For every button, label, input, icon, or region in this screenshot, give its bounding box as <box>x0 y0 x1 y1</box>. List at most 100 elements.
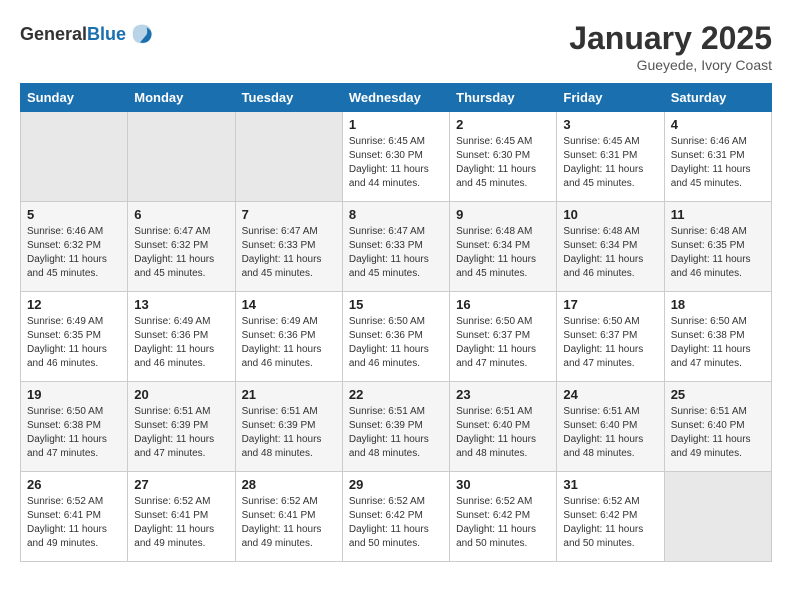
day-info: Sunrise: 6:46 AMSunset: 6:32 PMDaylight:… <box>27 225 121 281</box>
calendar-cell: 29 Sunrise: 6:52 AMSunset: 6:42 PMDayligh… <box>342 472 449 562</box>
calendar-cell: 6Sunrise: 6:47 AMSunset: 6:32 PMDaylight… <box>128 202 235 292</box>
day-number: 15 <box>349 297 443 312</box>
calendar-week-row: 12 Sunrise: 6:49 AMSunset: 6:35 PMDayligh… <box>21 292 772 382</box>
day-number: 23 <box>456 387 550 402</box>
day-info: Sunrise: 6:51 AMSunset: 6:39 PMDaylight:… <box>134 405 228 461</box>
day-number: 20 <box>134 387 228 402</box>
month-title: January 2025 <box>569 20 772 57</box>
calendar-cell <box>235 112 342 202</box>
calendar-cell: 19 Sunrise: 6:50 AMSunset: 6:38 PMDayligh… <box>21 382 128 472</box>
calendar-cell: 28 Sunrise: 6:52 AMSunset: 6:41 PMDayligh… <box>235 472 342 562</box>
day-number: 30 <box>456 477 550 492</box>
calendar-cell: 24 Sunrise: 6:51 AMSunset: 6:40 PMDayligh… <box>557 382 664 472</box>
weekday-header: Friday <box>557 84 664 112</box>
calendar-week-row: 26 Sunrise: 6:52 AMSunset: 6:41 PMDayligh… <box>21 472 772 562</box>
day-number: 25 <box>671 387 765 402</box>
day-number: 16 <box>456 297 550 312</box>
day-number: 4 <box>671 117 765 132</box>
day-number: 5 <box>27 207 121 222</box>
weekday-header: Monday <box>128 84 235 112</box>
weekday-header: Wednesday <box>342 84 449 112</box>
day-info: Sunrise: 6:51 AMSunset: 6:39 PMDaylight:… <box>242 405 336 461</box>
logo: GeneralBlue <box>20 20 156 48</box>
day-number: 19 <box>27 387 121 402</box>
calendar-cell: 15 Sunrise: 6:50 AMSunset: 6:36 PMDayligh… <box>342 292 449 382</box>
day-info: Sunrise: 6:49 AMSunset: 6:35 PMDaylight:… <box>27 315 121 371</box>
day-number: 17 <box>563 297 657 312</box>
day-info: Sunrise: 6:45 AMSunset: 6:31 PMDaylight:… <box>563 135 657 191</box>
weekday-header: Saturday <box>664 84 771 112</box>
logo-general: GeneralBlue <box>20 24 126 45</box>
calendar-cell: 14Sunrise: 6:49 AMSunset: 6:36 PMDayligh… <box>235 292 342 382</box>
weekday-header: Sunday <box>21 84 128 112</box>
day-info: Sunrise: 6:50 AMSunset: 6:38 PMDaylight:… <box>671 315 765 371</box>
day-info: Sunrise: 6:45 AMSunset: 6:30 PMDaylight:… <box>349 135 443 191</box>
day-number: 26 <box>27 477 121 492</box>
calendar-cell: 31 Sunrise: 6:52 AMSunset: 6:42 PMDayligh… <box>557 472 664 562</box>
day-info: Sunrise: 6:45 AMSunset: 6:30 PMDaylight:… <box>456 135 550 191</box>
day-number: 7 <box>242 207 336 222</box>
calendar-cell: 17 Sunrise: 6:50 AMSunset: 6:37 PMDayligh… <box>557 292 664 382</box>
day-info: Sunrise: 6:52 AMSunset: 6:42 PMDaylight:… <box>349 495 443 551</box>
day-number: 6 <box>134 207 228 222</box>
weekday-header: Thursday <box>450 84 557 112</box>
day-number: 22 <box>349 387 443 402</box>
day-info: Sunrise: 6:52 AMSunset: 6:41 PMDaylight:… <box>242 495 336 551</box>
day-info: Sunrise: 6:49 AMSunset: 6:36 PMDaylight:… <box>242 315 336 371</box>
calendar-cell: 22Sunrise: 6:51 AMSunset: 6:39 PMDayligh… <box>342 382 449 472</box>
calendar-cell: 10 Sunrise: 6:48 AMSunset: 6:34 PMDayligh… <box>557 202 664 292</box>
calendar-cell: 13Sunrise: 6:49 AMSunset: 6:36 PMDayligh… <box>128 292 235 382</box>
day-number: 28 <box>242 477 336 492</box>
day-info: Sunrise: 6:48 AMSunset: 6:34 PMDaylight:… <box>563 225 657 281</box>
day-info: Sunrise: 6:47 AMSunset: 6:33 PMDaylight:… <box>242 225 336 281</box>
calendar-cell <box>21 112 128 202</box>
calendar-cell: 23 Sunrise: 6:51 AMSunset: 6:40 PMDayligh… <box>450 382 557 472</box>
day-info: Sunrise: 6:47 AMSunset: 6:33 PMDaylight:… <box>349 225 443 281</box>
day-info: Sunrise: 6:51 AMSunset: 6:40 PMDaylight:… <box>671 405 765 461</box>
calendar-cell: 1 Sunrise: 6:45 AMSunset: 6:30 PMDaylight… <box>342 112 449 202</box>
day-info: Sunrise: 6:51 AMSunset: 6:40 PMDaylight:… <box>563 405 657 461</box>
day-info: Sunrise: 6:52 AMSunset: 6:42 PMDaylight:… <box>456 495 550 551</box>
calendar-cell: 18 Sunrise: 6:50 AMSunset: 6:38 PMDayligh… <box>664 292 771 382</box>
day-number: 18 <box>671 297 765 312</box>
day-number: 29 <box>349 477 443 492</box>
calendar-cell <box>664 472 771 562</box>
calendar-cell <box>128 112 235 202</box>
location: Gueyede, Ivory Coast <box>569 57 772 73</box>
calendar-table: SundayMondayTuesdayWednesdayThursdayFrid… <box>20 83 772 562</box>
day-info: Sunrise: 6:48 AMSunset: 6:34 PMDaylight:… <box>456 225 550 281</box>
day-number: 2 <box>456 117 550 132</box>
day-info: Sunrise: 6:50 AMSunset: 6:36 PMDaylight:… <box>349 315 443 371</box>
day-number: 9 <box>456 207 550 222</box>
day-info: Sunrise: 6:52 AMSunset: 6:41 PMDaylight:… <box>27 495 121 551</box>
calendar-cell: 9 Sunrise: 6:48 AMSunset: 6:34 PMDaylight… <box>450 202 557 292</box>
page-header: GeneralBlue January 2025 Gueyede, Ivory … <box>20 20 772 73</box>
calendar-cell: 27Sunrise: 6:52 AMSunset: 6:41 PMDayligh… <box>128 472 235 562</box>
calendar-cell: 3 Sunrise: 6:45 AMSunset: 6:31 PMDaylight… <box>557 112 664 202</box>
weekday-header: Tuesday <box>235 84 342 112</box>
calendar-cell: 21Sunrise: 6:51 AMSunset: 6:39 PMDayligh… <box>235 382 342 472</box>
day-number: 12 <box>27 297 121 312</box>
day-number: 1 <box>349 117 443 132</box>
day-info: Sunrise: 6:52 AMSunset: 6:42 PMDaylight:… <box>563 495 657 551</box>
day-number: 3 <box>563 117 657 132</box>
day-number: 11 <box>671 207 765 222</box>
day-info: Sunrise: 6:48 AMSunset: 6:35 PMDaylight:… <box>671 225 765 281</box>
day-info: Sunrise: 6:51 AMSunset: 6:40 PMDaylight:… <box>456 405 550 461</box>
day-info: Sunrise: 6:49 AMSunset: 6:36 PMDaylight:… <box>134 315 228 371</box>
day-number: 10 <box>563 207 657 222</box>
day-info: Sunrise: 6:50 AMSunset: 6:38 PMDaylight:… <box>27 405 121 461</box>
calendar-cell: 4Sunrise: 6:46 AMSunset: 6:31 PMDaylight… <box>664 112 771 202</box>
calendar-cell: 2 Sunrise: 6:45 AMSunset: 6:30 PMDaylight… <box>450 112 557 202</box>
calendar-cell: 26 Sunrise: 6:52 AMSunset: 6:41 PMDayligh… <box>21 472 128 562</box>
day-number: 24 <box>563 387 657 402</box>
calendar-cell: 11 Sunrise: 6:48 AMSunset: 6:35 PMDayligh… <box>664 202 771 292</box>
title-section: January 2025 Gueyede, Ivory Coast <box>569 20 772 73</box>
weekday-header-row: SundayMondayTuesdayWednesdayThursdayFrid… <box>21 84 772 112</box>
calendar-cell: 20 Sunrise: 6:51 AMSunset: 6:39 PMDayligh… <box>128 382 235 472</box>
day-number: 31 <box>563 477 657 492</box>
day-info: Sunrise: 6:50 AMSunset: 6:37 PMDaylight:… <box>456 315 550 371</box>
day-number: 8 <box>349 207 443 222</box>
calendar-cell: 8 Sunrise: 6:47 AMSunset: 6:33 PMDaylight… <box>342 202 449 292</box>
day-info: Sunrise: 6:50 AMSunset: 6:37 PMDaylight:… <box>563 315 657 371</box>
